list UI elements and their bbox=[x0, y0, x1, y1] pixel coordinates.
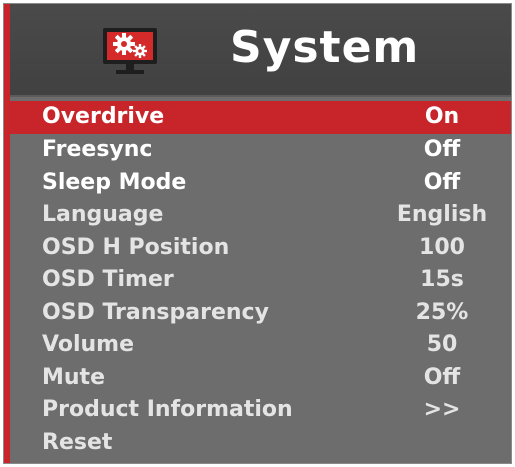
menu-item-value: 25% bbox=[415, 299, 469, 325]
menu-item-language[interactable]: Language English bbox=[10, 199, 511, 232]
menu-item-value: English bbox=[396, 202, 488, 227]
menu-item-product-information[interactable]: Product Information >> bbox=[10, 394, 511, 427]
menu-item-reset[interactable]: Reset bbox=[10, 427, 511, 460]
menu-item-label: Volume bbox=[42, 332, 134, 357]
settings-list: Overdrive On Freesync Off Sleep Mode Off… bbox=[10, 101, 511, 459]
menu-item-value: Off bbox=[423, 169, 461, 195]
menu-item-value: Off bbox=[423, 364, 461, 390]
menu-item-value: 50 bbox=[426, 332, 458, 357]
osd-menu-panel: System Overdrive On Freesync Off Sleep M… bbox=[3, 3, 512, 464]
menu-item-osd-h-position[interactable]: OSD H Position 100 bbox=[10, 232, 511, 265]
menu-item-value: Off bbox=[423, 137, 461, 162]
menu-item-value: 100 bbox=[419, 234, 465, 260]
menu-item-sleep-mode[interactable]: Sleep Mode Off bbox=[10, 167, 511, 200]
menu-item-label: OSD Transparency bbox=[42, 299, 269, 325]
menu-item-volume[interactable]: Volume 50 bbox=[10, 329, 511, 362]
menu-item-label: Language bbox=[42, 202, 164, 227]
menu-item-label: OSD H Position bbox=[42, 234, 230, 260]
menu-item-label: Product Information bbox=[42, 397, 293, 422]
menu-item-value: >> bbox=[423, 397, 461, 422]
menu-item-value: 15s bbox=[420, 267, 464, 292]
menu-item-label: Overdrive bbox=[42, 104, 165, 129]
menu-item-mute[interactable]: Mute Off bbox=[10, 362, 511, 395]
menu-header: System bbox=[10, 4, 511, 97]
menu-item-value: On bbox=[424, 104, 460, 129]
menu-item-freesync[interactable]: Freesync Off bbox=[10, 134, 511, 167]
menu-item-label: Mute bbox=[42, 364, 105, 390]
menu-item-osd-transparency[interactable]: OSD Transparency 25% bbox=[10, 297, 511, 330]
menu-item-overdrive[interactable]: Overdrive On bbox=[10, 101, 511, 134]
menu-item-osd-timer[interactable]: OSD Timer 15s bbox=[10, 264, 511, 297]
monitor-gears-icon bbox=[103, 28, 157, 74]
menu-item-label: OSD Timer bbox=[42, 267, 174, 292]
menu-item-label: Sleep Mode bbox=[42, 169, 187, 195]
page-title: System bbox=[230, 22, 420, 73]
menu-item-label: Reset bbox=[42, 429, 113, 455]
menu-item-label: Freesync bbox=[42, 137, 153, 162]
